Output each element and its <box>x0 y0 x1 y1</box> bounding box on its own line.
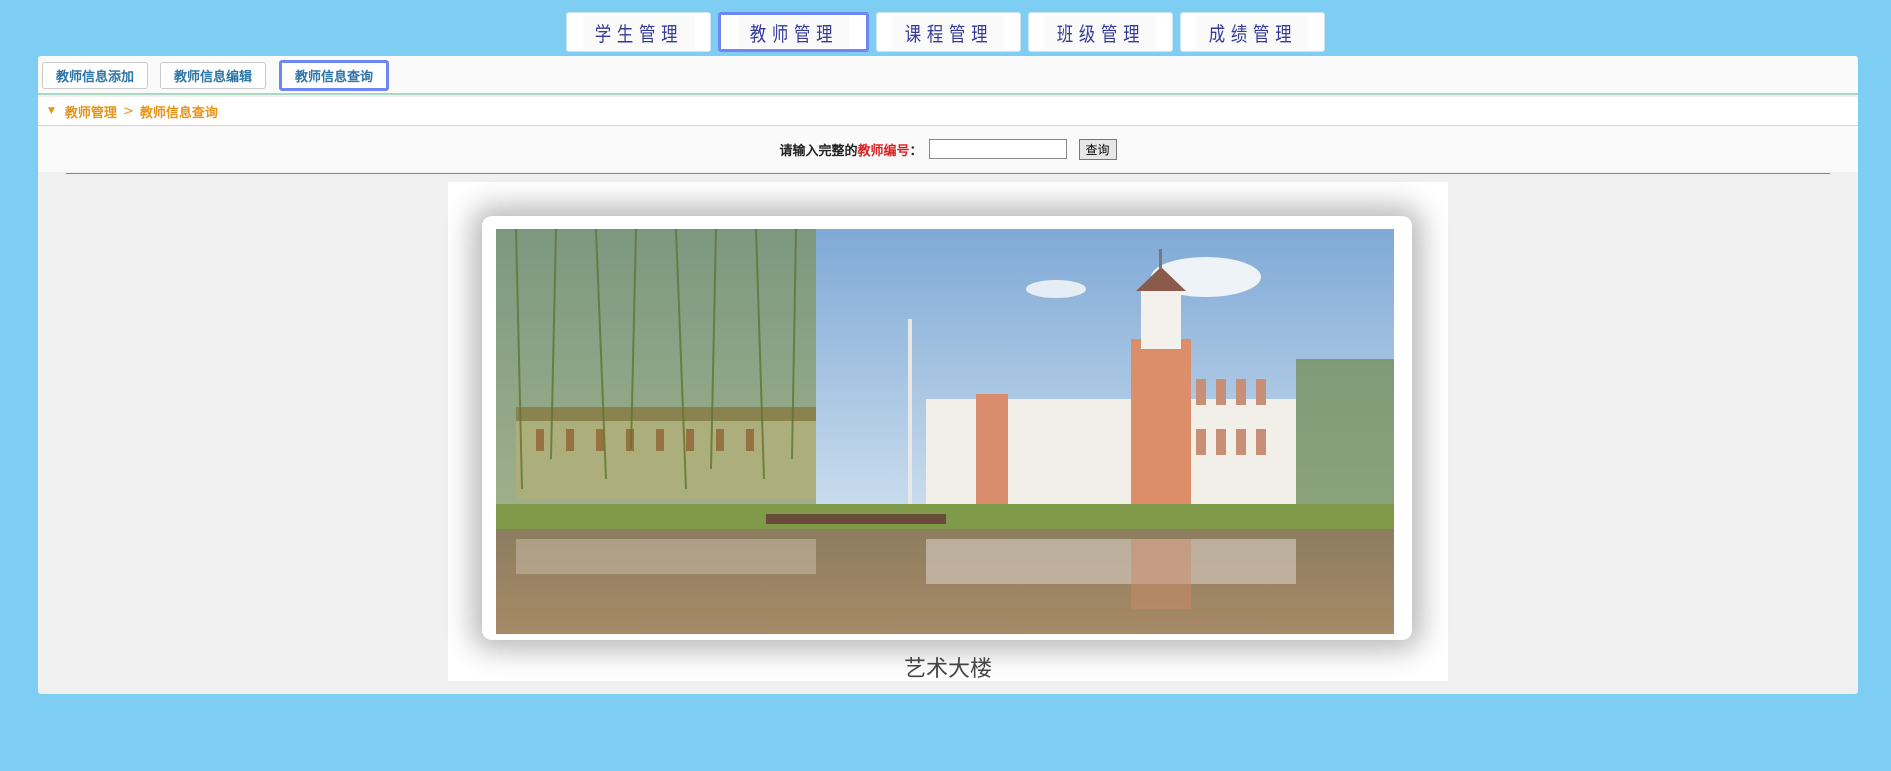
tab-label: 教师管理 <box>737 15 850 49</box>
edit-teacher-button[interactable]: 教师信息编辑 <box>160 62 266 89</box>
tab-teacher-management[interactable]: 教师管理 <box>718 12 869 52</box>
main-panel: 教师信息添加 教师信息编辑 教师信息查询 ▼ 教师管理 > 教师信息查询 请输入… <box>38 56 1858 694</box>
campus-building-image <box>496 229 1394 634</box>
add-teacher-button[interactable]: 教师信息添加 <box>42 62 148 89</box>
breadcrumb-parent[interactable]: 教师管理 <box>65 102 117 121</box>
breadcrumb: ▼ 教师管理 > 教师信息查询 <box>38 97 1858 126</box>
search-label-suffix: ： <box>909 143 923 159</box>
tab-label: 学生管理 <box>582 15 695 49</box>
tab-label: 成绩管理 <box>1196 15 1309 49</box>
photo-caption: 艺术大楼 <box>903 657 992 682</box>
tab-grade-management[interactable]: 成绩管理 <box>1180 12 1325 52</box>
breadcrumb-current: 教师信息查询 <box>139 105 218 121</box>
tab-label: 课程管理 <box>892 15 1005 49</box>
search-label-highlight: 教师编号 <box>857 143 910 159</box>
teacher-id-input[interactable] <box>928 139 1067 159</box>
triangle-down-icon: ▼ <box>48 106 55 116</box>
breadcrumb-separator: > <box>122 103 134 119</box>
tab-class-management[interactable]: 班级管理 <box>1028 12 1173 52</box>
campus-photo: 艺术大楼 <box>448 182 1448 682</box>
search-bar: 请输入完整的 教师编号： 查询 <box>38 126 1858 172</box>
query-teacher-button[interactable]: 教师信息查询 <box>279 60 389 91</box>
query-button[interactable]: 查询 <box>1078 138 1117 160</box>
top-navigation: 学生管理 教师管理 课程管理 班级管理 成绩管理 <box>566 12 1325 52</box>
search-label-prefix: 请输入完整的 <box>779 143 858 159</box>
sub-navigation: 教师信息添加 教师信息编辑 教师信息查询 <box>38 56 1858 95</box>
tab-course-management[interactable]: 课程管理 <box>876 12 1021 52</box>
tab-student-management[interactable]: 学生管理 <box>566 12 711 52</box>
tab-label: 班级管理 <box>1044 15 1157 49</box>
divider <box>66 173 1830 174</box>
